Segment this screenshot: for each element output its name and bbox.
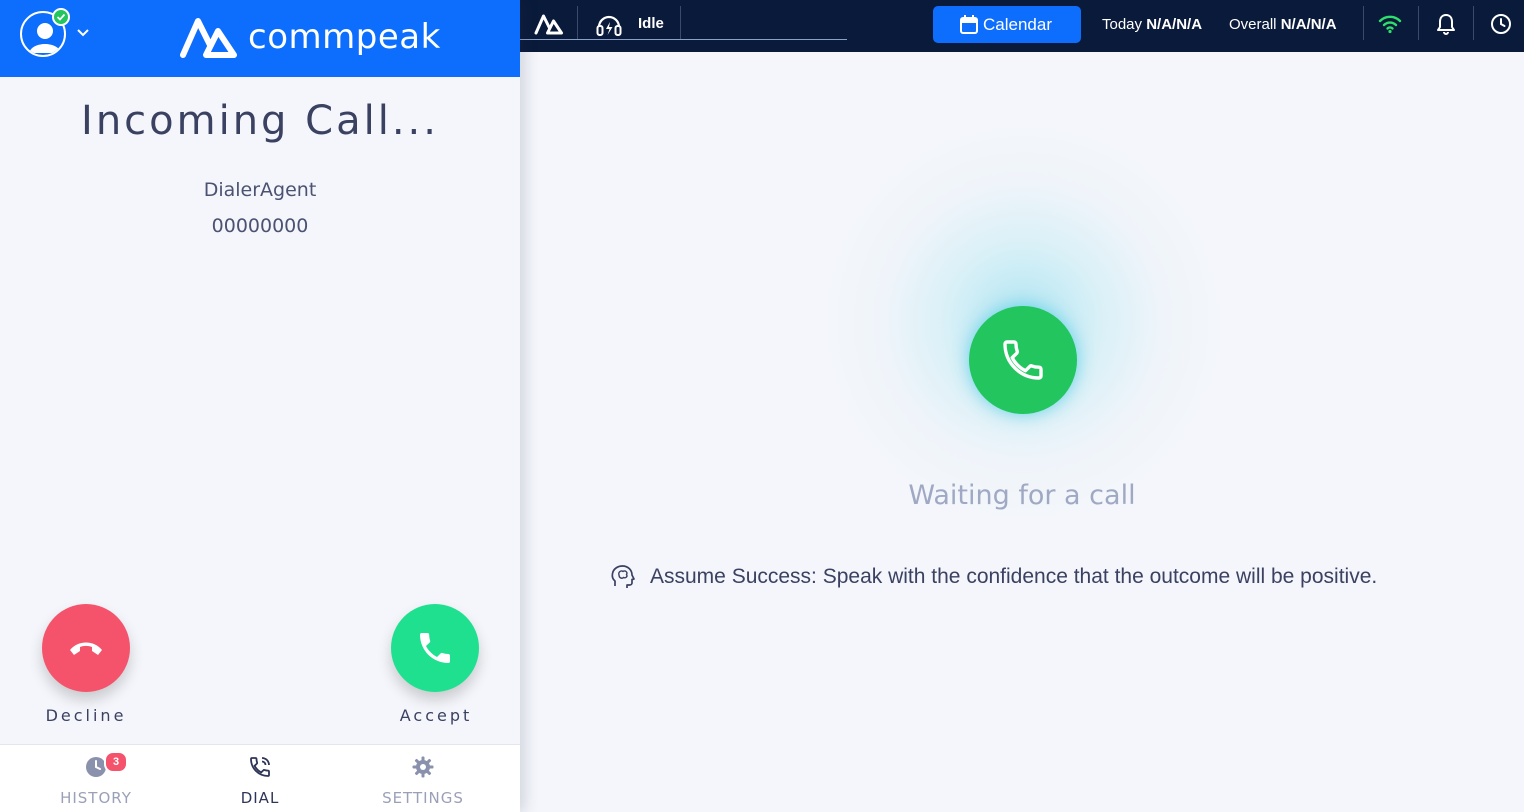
bottom-nav: 3 HISTORY DIAL SETTINGS	[0, 744, 520, 812]
user-menu-button[interactable]	[20, 8, 92, 61]
caller-number: 00000000	[211, 215, 309, 237]
divider	[1363, 6, 1364, 40]
accept-button[interactable]	[391, 604, 479, 692]
accept-label: Accept	[399, 706, 473, 725]
nav-history-label: HISTORY	[60, 789, 132, 807]
overall-label: Overall	[1229, 16, 1277, 33]
brand: commpeak	[180, 13, 440, 61]
clock-icon[interactable]	[1490, 13, 1512, 35]
main-area: Waiting for a call Assume Success: Speak…	[520, 52, 1524, 812]
divider	[1473, 6, 1474, 40]
nav-history[interactable]: 3 HISTORY	[26, 745, 166, 812]
waiting-text: Waiting for a call	[908, 480, 1136, 511]
nav-settings-label: SETTINGS	[382, 789, 464, 807]
waiting-call-indicator	[969, 306, 1077, 414]
divider	[577, 6, 578, 40]
wifi-icon[interactable]	[1378, 14, 1402, 34]
nav-dial[interactable]: DIAL	[190, 745, 330, 812]
overall-value: N/A/N/A	[1280, 16, 1337, 33]
overall-stat: Overall N/A/N/A	[1229, 16, 1337, 33]
today-stat: Today N/A/N/A	[1102, 16, 1202, 33]
top-bar: Idle Calendar Today N/A/N/A Overall N/A/…	[520, 0, 1524, 52]
online-status-icon	[52, 8, 70, 26]
divider	[1418, 6, 1419, 40]
today-label: Today	[1102, 16, 1143, 33]
calendar-label: Calendar	[983, 15, 1052, 34]
divider	[680, 6, 681, 40]
headset-icon	[596, 15, 622, 36]
brain-head-icon	[611, 565, 635, 588]
nav-settings[interactable]: SETTINGS	[353, 745, 493, 812]
commpeak-logo-icon	[180, 18, 237, 58]
brand-name: commpeak	[248, 17, 441, 57]
phone-icon	[420, 633, 450, 663]
caller-name: DialerAgent	[203, 179, 317, 201]
dialer-panel: commpeak Incoming Call... DialerAgent 00…	[0, 0, 520, 812]
today-value: N/A/N/A	[1146, 16, 1203, 33]
call-title: Incoming Call...	[81, 98, 439, 144]
nav-dial-label: DIAL	[240, 789, 280, 807]
agent-status[interactable]: Idle	[638, 15, 664, 32]
calendar-icon	[960, 15, 978, 34]
phone-icon	[1003, 340, 1043, 380]
history-badge: 3	[104, 751, 128, 773]
dialer-header: commpeak	[0, 0, 520, 77]
status-underline	[520, 39, 847, 40]
hang-up-icon	[70, 642, 102, 655]
gear-icon	[412, 756, 434, 778]
phone-call-icon	[250, 757, 270, 777]
decline-label: Decline	[45, 706, 127, 725]
commpeak-logo-icon[interactable]	[534, 13, 564, 35]
decline-button[interactable]	[42, 604, 130, 692]
tip-text: Assume Success: Speak with the confidenc…	[650, 565, 1378, 588]
chevron-down-icon	[77, 29, 89, 37]
bell-icon[interactable]	[1436, 13, 1456, 35]
calendar-button[interactable]: Calendar	[933, 6, 1081, 43]
